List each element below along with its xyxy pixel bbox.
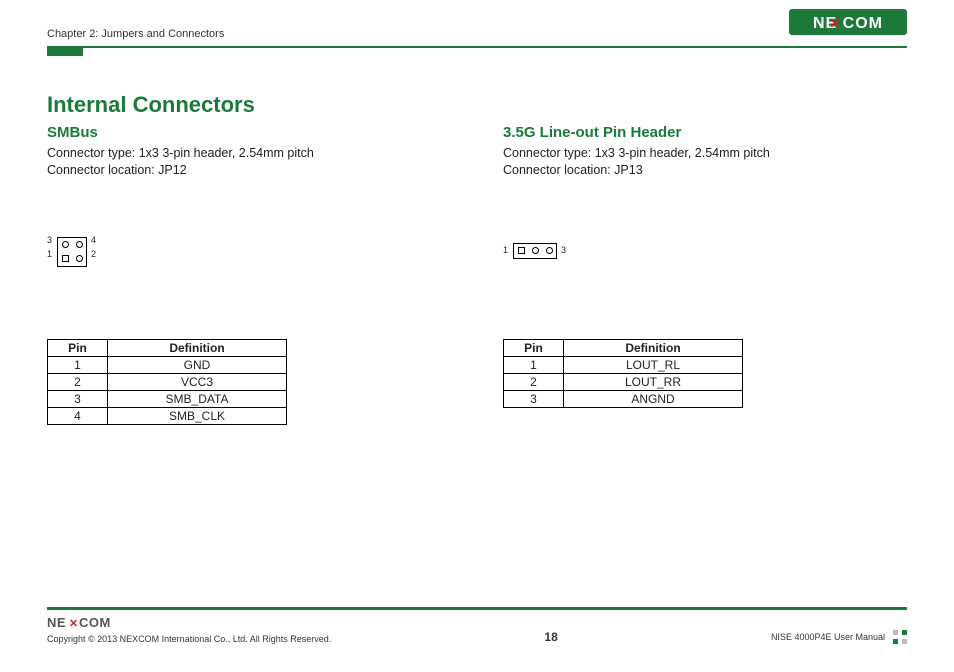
smbus-pin-label-4: 4: [91, 235, 96, 245]
table-row: 3 SMB_DATA: [48, 390, 287, 407]
smbus-pin-diagram: 3 4 1 2: [47, 219, 451, 299]
section-lineout: 3.5G Line-out Pin Header Connector type:…: [503, 124, 907, 425]
lineout-pin-table: Pin Definition 1 LOUT_RL 2 LOUT_RR 3: [503, 339, 743, 408]
table-row: 2 LOUT_RR: [504, 373, 743, 390]
smbus-pin-label-3: 3: [47, 235, 52, 245]
lineout-spec-location: Connector location: JP13: [503, 162, 907, 179]
section-smbus: SMBus Connector type: 1x3 3-pin header, …: [47, 124, 451, 425]
smbus-pin-table: Pin Definition 1 GND 2 VCC3 3 SM: [47, 339, 287, 425]
svg-text:NE: NE: [47, 615, 66, 630]
svg-text:NE COM: NE COM: [813, 15, 883, 32]
svg-text:✕: ✕: [829, 15, 841, 31]
lineout-pin-label-1: 1: [503, 245, 508, 255]
nexcom-logo-bottom: NE ✕ COM: [47, 614, 331, 632]
svg-text:✕: ✕: [69, 618, 78, 630]
table-header-definition: Definition: [564, 339, 743, 356]
table-row: 1 LOUT_RL: [504, 356, 743, 373]
header-divider: [47, 46, 907, 48]
table-header-pin: Pin: [48, 339, 108, 356]
table-row: 3 ANGND: [504, 390, 743, 407]
table-header-pin: Pin: [504, 339, 564, 356]
nexcom-logo-top: NE COM ✕: [789, 9, 907, 40]
smbus-spec-type: Connector type: 1x3 3-pin header, 2.54mm…: [47, 145, 451, 162]
svg-text:COM: COM: [79, 615, 111, 630]
smbus-spec-location: Connector location: JP12: [47, 162, 451, 179]
lineout-spec-type: Connector type: 1x3 3-pin header, 2.54mm…: [503, 145, 907, 162]
lineout-pin-label-3: 3: [561, 245, 566, 255]
page-title: Internal Connectors: [47, 92, 907, 118]
copyright-text: Copyright © 2013 NEXCOM International Co…: [47, 634, 331, 644]
page-number: 18: [544, 630, 557, 644]
manual-name: NISE 4000P4E User Manual: [771, 632, 885, 642]
footer-divider: [47, 607, 907, 610]
table-row: 4 SMB_CLK: [48, 407, 287, 424]
smbus-pin-label-2: 2: [91, 249, 96, 259]
table-header-definition: Definition: [108, 339, 287, 356]
lineout-heading: 3.5G Line-out Pin Header: [503, 124, 907, 141]
smbus-pin-label-1: 1: [47, 249, 52, 259]
footer-ornament-icon: [893, 630, 907, 644]
lineout-pin-diagram: 1 3: [503, 219, 907, 299]
smbus-heading: SMBus: [47, 124, 451, 141]
table-row: 1 GND: [48, 356, 287, 373]
table-row: 2 VCC3: [48, 373, 287, 390]
chapter-title: Chapter 2: Jumpers and Connectors: [47, 28, 224, 40]
